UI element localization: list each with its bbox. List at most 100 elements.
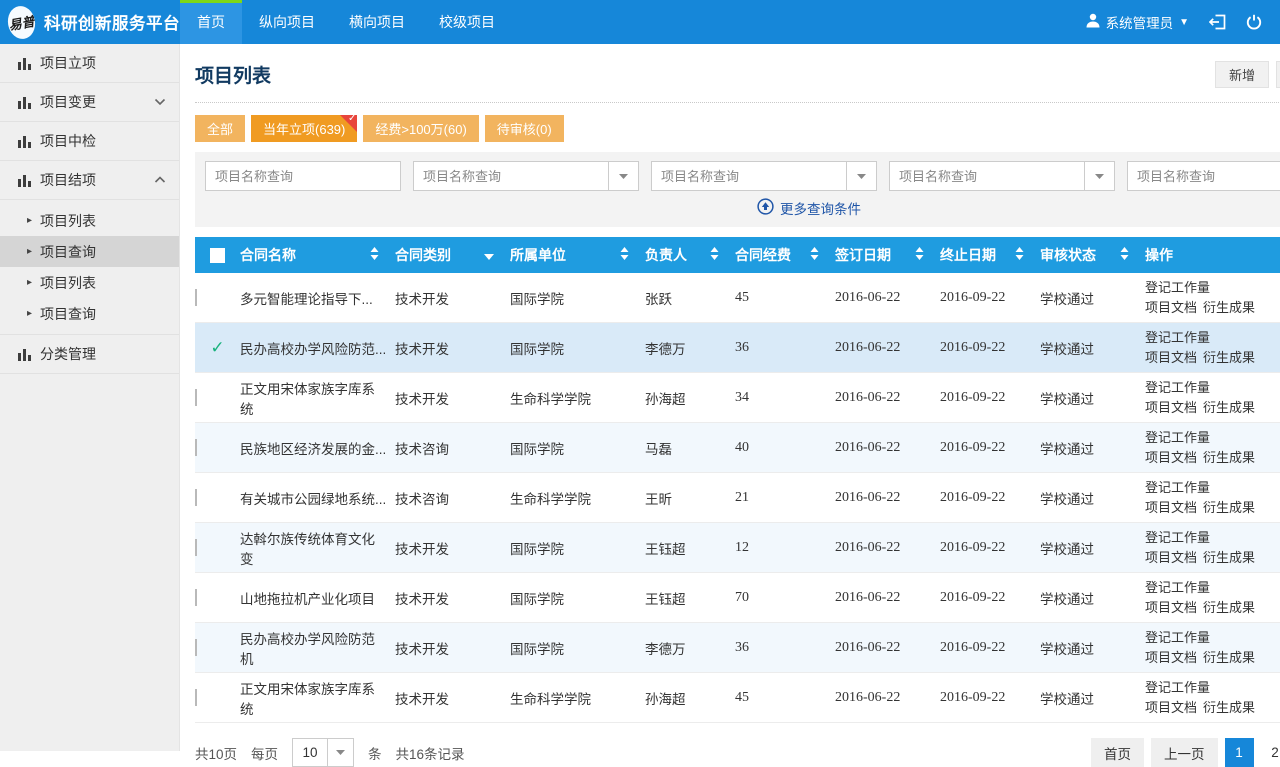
action-link[interactable]: 项目文档	[1145, 500, 1197, 515]
sort-icon[interactable]	[810, 247, 819, 263]
sort-icon[interactable]	[1015, 247, 1024, 263]
dropdown-caret-button[interactable]	[608, 162, 638, 190]
search-input-field[interactable]	[652, 162, 846, 190]
nav-item-2[interactable]: 纵向项目	[242, 0, 332, 44]
contract-fee: 12	[735, 540, 835, 556]
column-header-7[interactable]: 终止日期	[940, 237, 1040, 273]
action-link[interactable]: 衍生成果	[1203, 450, 1255, 465]
sidebar-item-5[interactable]: 分类管理	[0, 335, 179, 374]
select-all-checkbox[interactable]	[210, 248, 225, 263]
action-link[interactable]: 项目文档	[1145, 700, 1197, 715]
column-header-3[interactable]: 所属单位	[510, 237, 645, 273]
sidebar-subitem-4[interactable]: ▸项目查询	[0, 298, 179, 329]
logout-icon[interactable]	[1209, 14, 1226, 30]
sort-icon[interactable]	[915, 247, 924, 263]
row-checkbox[interactable]	[195, 539, 197, 556]
dropdown-caret-button[interactable]	[1084, 162, 1114, 190]
dropdown-caret-button[interactable]	[846, 162, 876, 190]
action-link[interactable]: 登记工作量	[1145, 280, 1210, 295]
action-link[interactable]: 衍生成果	[1203, 650, 1255, 665]
column-header-9[interactable]: 操作	[1145, 237, 1280, 273]
column-header-4[interactable]: 负责人	[645, 237, 735, 273]
power-icon[interactable]	[1246, 14, 1262, 30]
action-link[interactable]: 衍生成果	[1203, 300, 1255, 315]
review-status: 学校通过	[1040, 488, 1145, 508]
delete-button[interactable]: 删除	[1276, 61, 1280, 88]
column-header-5[interactable]: 合同经费	[735, 237, 835, 273]
action-link[interactable]: 登记工作量	[1145, 580, 1210, 595]
action-link[interactable]: 衍生成果	[1203, 550, 1255, 565]
action-link[interactable]: 衍生成果	[1203, 500, 1255, 515]
column-header-1[interactable]: 合同名称	[240, 237, 395, 273]
sidebar-subitem-1[interactable]: ▸项目列表	[0, 205, 179, 236]
sidebar-item-1[interactable]: 项目立项	[0, 44, 179, 83]
search-input-field[interactable]	[414, 162, 608, 190]
row-checkbox[interactable]	[195, 389, 197, 406]
row-checkbox[interactable]	[195, 289, 197, 306]
sign-date: 2016-06-22	[835, 590, 940, 606]
action-link[interactable]: 项目文档	[1145, 350, 1197, 365]
action-link[interactable]: 登记工作量	[1145, 430, 1210, 445]
per-page-select[interactable]: 10	[292, 738, 354, 767]
column-label: 操作	[1145, 245, 1173, 265]
row-checkbox[interactable]	[195, 489, 197, 506]
sidebar-subitem-3[interactable]: ▸项目列表	[0, 267, 179, 298]
page-button-page-2[interactable]: 2	[1261, 738, 1280, 767]
action-link[interactable]: 项目文档	[1145, 650, 1197, 665]
caret-down-icon[interactable]	[484, 247, 494, 263]
search-input-field[interactable]	[890, 162, 1084, 190]
row-checkbox[interactable]	[195, 689, 197, 706]
action-link[interactable]: 登记工作量	[1145, 380, 1210, 395]
nav-item-1[interactable]: 首页	[180, 0, 242, 44]
action-link[interactable]: 衍生成果	[1203, 700, 1255, 715]
action-link[interactable]: 登记工作量	[1145, 530, 1210, 545]
page-button-first[interactable]: 首页	[1091, 738, 1144, 767]
action-link[interactable]: 登记工作量	[1145, 330, 1210, 345]
search-input-field[interactable]	[1128, 162, 1280, 190]
action-link[interactable]: 衍生成果	[1203, 600, 1255, 615]
page-button-prev[interactable]: 上一页	[1151, 738, 1218, 767]
action-link[interactable]: 登记工作量	[1145, 480, 1210, 495]
action-link[interactable]: 项目文档	[1145, 300, 1197, 315]
sidebar-item-3[interactable]: 项目中检	[0, 122, 179, 161]
column-header-8[interactable]: 审核状态	[1040, 237, 1145, 273]
sign-date: 2016-06-22	[835, 640, 940, 656]
more-conditions-link[interactable]: 更多查询条件	[757, 198, 861, 218]
action-link[interactable]: 衍生成果	[1203, 350, 1255, 365]
action-link[interactable]: 登记工作量	[1145, 680, 1210, 695]
nav-item-4[interactable]: 校级项目	[422, 0, 512, 44]
page-button-page-1[interactable]: 1	[1225, 738, 1254, 767]
row-checkbox[interactable]	[195, 639, 197, 656]
row-checkbox[interactable]	[195, 589, 197, 606]
action-link[interactable]: 项目文档	[1145, 600, 1197, 615]
add-button[interactable]: 新增	[1215, 61, 1269, 88]
action-link[interactable]: 项目文档	[1145, 400, 1197, 415]
sort-icon[interactable]	[710, 247, 719, 263]
action-link[interactable]: 登记工作量	[1145, 630, 1210, 645]
top-nav: 首页纵向项目横向项目校级项目	[180, 0, 512, 44]
page-head: 项目列表 新增 删除 批量	[195, 44, 1280, 103]
action-link[interactable]: 衍生成果	[1203, 400, 1255, 415]
contract-fee: 36	[735, 340, 835, 356]
sidebar-item-4[interactable]: 项目结项	[0, 161, 179, 200]
column-header-6[interactable]: 签订日期	[835, 237, 940, 273]
search-input-field[interactable]	[206, 162, 400, 190]
sidebar-subitem-2[interactable]: ▸项目查询	[0, 236, 179, 267]
sort-icon[interactable]	[370, 247, 379, 263]
selected-check-icon[interactable]: ✓	[195, 338, 240, 358]
user-menu[interactable]: 系统管理员 ▼	[1086, 12, 1189, 32]
sort-icon[interactable]	[620, 247, 629, 263]
action-link[interactable]: 项目文档	[1145, 450, 1197, 465]
filter-tab-1[interactable]: 全部	[195, 115, 245, 142]
filter-tab-4[interactable]: 待审核(0)	[485, 115, 564, 142]
action-link[interactable]: 项目文档	[1145, 550, 1197, 565]
sidebar-item-2[interactable]: 项目变更	[0, 83, 179, 122]
filter-tab-3[interactable]: 经费>100万(60)	[363, 115, 478, 142]
filter-tab-2[interactable]: 当年立项(639)✓	[251, 115, 357, 142]
row-checkbox[interactable]	[195, 439, 197, 456]
unit: 生命科学学院	[510, 388, 645, 408]
sort-icon[interactable]	[1120, 247, 1129, 263]
per-page-label: 每页	[251, 743, 278, 763]
column-header-2[interactable]: 合同类别	[395, 237, 510, 273]
nav-item-3[interactable]: 横向项目	[332, 0, 422, 44]
